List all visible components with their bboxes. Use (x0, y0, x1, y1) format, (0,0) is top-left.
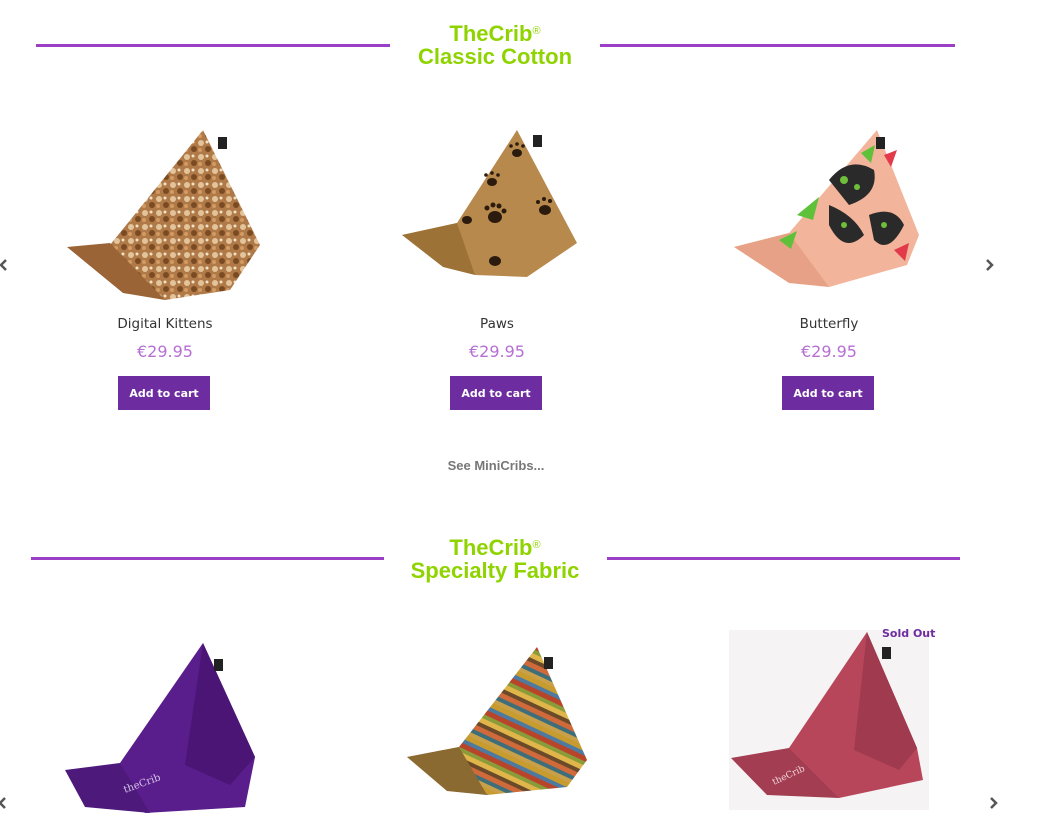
product-name[interactable]: Butterfly (679, 316, 979, 332)
chevron-right-icon (990, 797, 998, 809)
chevron-left-icon (0, 797, 6, 809)
add-to-cart-button[interactable]: Add to cart (118, 376, 210, 410)
section-subtitle: Specialty Fabric (410, 558, 580, 583)
product-price: €29.95 (469, 342, 525, 361)
section-heading-specialty-fabric: TheCrib® Specialty Fabric (390, 536, 600, 582)
product-image[interactable] (347, 125, 647, 305)
product-image[interactable]: theCrib (679, 630, 979, 810)
product-image[interactable] (679, 125, 979, 305)
product-image[interactable] (15, 125, 315, 305)
carousel-prev-arrow[interactable] (0, 258, 11, 272)
product-price: €29.95 (137, 342, 193, 361)
product-name[interactable]: Digital Kittens (15, 316, 315, 332)
product-card: Digital Kittens €29.95 Add to cart (15, 125, 315, 415)
product-name[interactable]: Paws (347, 316, 647, 332)
section-heading-classic-cotton: TheCrib® Classic Cotton (395, 22, 595, 68)
carousel-next-arrow[interactable] (986, 796, 1000, 810)
registered-mark: ® (532, 25, 541, 37)
product-card (347, 635, 647, 818)
product-card: theCrib (15, 635, 315, 818)
product-price: €29.95 (801, 342, 857, 361)
brand-name: TheCrib (449, 21, 533, 46)
add-to-cart-button[interactable]: Add to cart (450, 376, 542, 410)
section-divider-right (607, 557, 960, 560)
brand-name: TheCrib (449, 535, 533, 560)
carousel-prev-arrow[interactable] (0, 796, 10, 810)
registered-mark: ® (532, 539, 541, 551)
carousel-next-arrow[interactable] (982, 258, 996, 272)
product-image[interactable] (347, 635, 647, 815)
see-minicribs-link[interactable]: See MiniCribs... (0, 458, 992, 473)
section-divider-left (36, 44, 390, 47)
product-card: Paws €29.95 Add to cart (347, 125, 647, 415)
section-subtitle: Classic Cotton (417, 44, 573, 69)
product-card: theCrib Sold Out (679, 625, 979, 818)
section-divider-right (600, 44, 955, 47)
product-card: Butterfly €29.95 Add to cart (679, 125, 979, 415)
add-to-cart-button[interactable]: Add to cart (782, 376, 874, 410)
chevron-left-icon (0, 259, 7, 271)
sold-out-badge: Sold Out (882, 627, 936, 640)
section-divider-left (31, 557, 384, 560)
product-image[interactable]: theCrib (15, 635, 315, 815)
chevron-right-icon (986, 259, 994, 271)
